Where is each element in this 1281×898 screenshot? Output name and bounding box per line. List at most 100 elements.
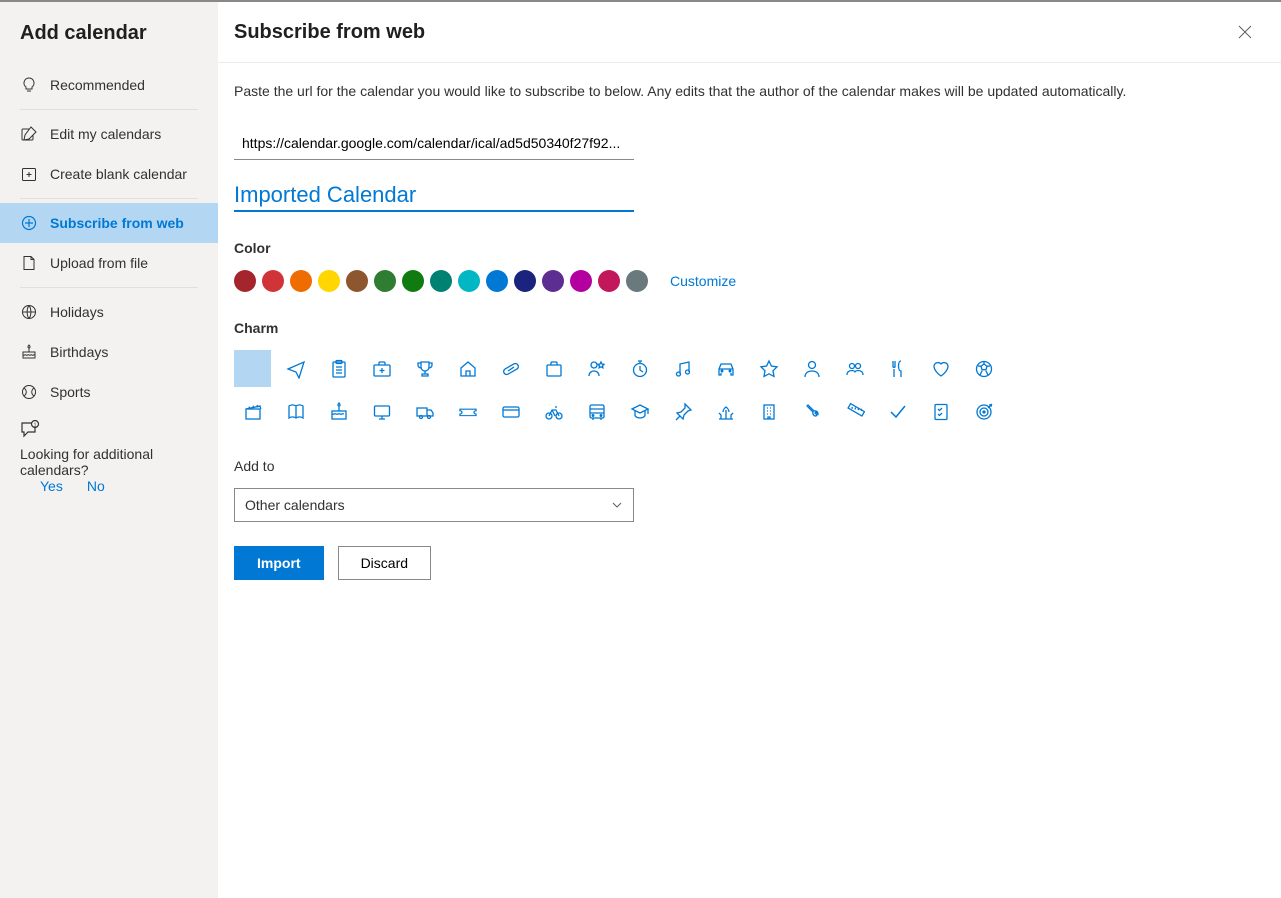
sidebar-feedback-prompt: 1 Looking for additional calendars? Yes … — [0, 412, 218, 502]
charm-person-star-icon[interactable] — [578, 350, 615, 387]
color-swatch[interactable] — [486, 270, 508, 292]
discard-button[interactable]: Discard — [338, 546, 431, 580]
charm-food-icon[interactable] — [879, 350, 916, 387]
addto-value: Other calendars — [245, 497, 345, 513]
color-swatch[interactable] — [318, 270, 340, 292]
charm-target-icon[interactable] — [965, 393, 1002, 430]
import-button[interactable]: Import — [234, 546, 324, 580]
sidebar-item-sports[interactable]: Sports — [0, 372, 218, 412]
charm-pill-icon[interactable] — [492, 350, 529, 387]
addto-dropdown[interactable]: Other calendars — [234, 488, 634, 522]
charm-none[interactable] — [234, 350, 271, 387]
charm-truck-icon[interactable] — [406, 393, 443, 430]
subscribe-web-icon — [20, 214, 38, 232]
charm-home-icon[interactable] — [449, 350, 486, 387]
charm-cake-icon[interactable] — [320, 393, 357, 430]
color-swatch[interactable] — [514, 270, 536, 292]
sidebar-item-birthdays[interactable]: Birthdays — [0, 332, 218, 372]
close-button[interactable] — [1233, 20, 1257, 44]
charm-creditcard-icon[interactable] — [492, 393, 529, 430]
lightbulb-icon — [20, 76, 38, 94]
color-swatch[interactable] — [234, 270, 256, 292]
charm-wrench-icon[interactable] — [793, 393, 830, 430]
birthday-icon — [20, 343, 38, 361]
feedback-icon: 1 — [20, 420, 40, 440]
sidebar-item-label: Subscribe from web — [50, 215, 184, 231]
charm-clipboard-icon[interactable] — [320, 350, 357, 387]
sidebar-item-holidays[interactable]: Holidays — [0, 292, 218, 332]
color-swatch[interactable] — [626, 270, 648, 292]
button-row: Import Discard — [234, 546, 1265, 580]
sidebar-item-recommended[interactable]: Recommended — [0, 65, 218, 105]
charm-pin-icon[interactable] — [664, 393, 701, 430]
charm-trophy-icon[interactable] — [406, 350, 443, 387]
calendar-url-input[interactable] — [234, 127, 634, 160]
charm-lawn-icon[interactable] — [707, 393, 744, 430]
addto-label: Add to — [234, 458, 1265, 474]
description-text: Paste the url for the calendar you would… — [234, 83, 1265, 99]
charm-checkmark-icon[interactable] — [879, 393, 916, 430]
color-swatch[interactable] — [458, 270, 480, 292]
charm-ticket-icon[interactable] — [449, 393, 486, 430]
calendar-name-input[interactable] — [234, 178, 634, 212]
charm-briefcase-icon[interactable] — [535, 350, 572, 387]
sidebar-item-subscribe-web[interactable]: Subscribe from web — [0, 203, 218, 243]
charm-bus-icon[interactable] — [578, 393, 615, 430]
charm-picker — [234, 350, 1265, 430]
color-swatch[interactable] — [346, 270, 368, 292]
prompt-no-link[interactable]: No — [87, 478, 105, 494]
color-swatch[interactable] — [430, 270, 452, 292]
charm-firstaid-icon[interactable] — [363, 350, 400, 387]
sidebar-title: Add calendar — [0, 18, 218, 65]
charm-building-icon[interactable] — [750, 393, 787, 430]
page-title: Subscribe from web — [234, 21, 425, 44]
color-swatch[interactable] — [262, 270, 284, 292]
charm-graduation-icon[interactable] — [621, 393, 658, 430]
charm-soccer-icon[interactable] — [965, 350, 1002, 387]
sidebar-item-label: Create blank calendar — [50, 166, 187, 182]
prompt-text: Looking for additional calendars? — [20, 446, 198, 478]
charm-label: Charm — [234, 320, 1265, 336]
color-swatch[interactable] — [598, 270, 620, 292]
sidebar-item-label: Birthdays — [50, 344, 108, 360]
charm-checklist-icon[interactable] — [922, 393, 959, 430]
charm-car-icon[interactable] — [707, 350, 744, 387]
sidebar-item-label: Holidays — [50, 304, 104, 320]
charm-stopwatch-icon[interactable] — [621, 350, 658, 387]
charm-clapper-icon[interactable] — [234, 393, 271, 430]
charm-bicycle-icon[interactable] — [535, 393, 572, 430]
sidebar-item-label: Edit my calendars — [50, 126, 161, 142]
charm-book-icon[interactable] — [277, 393, 314, 430]
charm-monitor-icon[interactable] — [363, 393, 400, 430]
charm-heart-icon[interactable] — [922, 350, 959, 387]
blank-calendar-icon — [20, 165, 38, 183]
color-swatch[interactable] — [374, 270, 396, 292]
sidebar-item-label: Sports — [50, 384, 90, 400]
prompt-yes-link[interactable]: Yes — [40, 478, 63, 494]
charm-ruler-icon[interactable] — [836, 393, 873, 430]
divider — [20, 109, 198, 110]
sidebar-item-edit-calendars[interactable]: Edit my calendars — [0, 114, 218, 154]
customize-link[interactable]: Customize — [670, 273, 736, 289]
charm-music-icon[interactable] — [664, 350, 701, 387]
charm-people-icon[interactable] — [836, 350, 873, 387]
sidebar-item-create-blank[interactable]: Create blank calendar — [0, 154, 218, 194]
charm-airplane-icon[interactable] — [277, 350, 314, 387]
color-swatch[interactable] — [570, 270, 592, 292]
main-header: Subscribe from web — [218, 2, 1281, 63]
divider — [20, 198, 198, 199]
sidebar-item-label: Upload from file — [50, 255, 148, 271]
charm-star-icon[interactable] — [750, 350, 787, 387]
color-label: Color — [234, 240, 1265, 256]
color-picker: Customize — [234, 270, 1265, 292]
charm-person-icon[interactable] — [793, 350, 830, 387]
globe-icon — [20, 303, 38, 321]
main-body: Paste the url for the calendar you would… — [218, 63, 1281, 600]
color-swatch[interactable] — [402, 270, 424, 292]
divider — [20, 287, 198, 288]
sidebar-item-upload-file[interactable]: Upload from file — [0, 243, 218, 283]
sports-icon — [20, 383, 38, 401]
svg-text:1: 1 — [34, 423, 37, 429]
color-swatch[interactable] — [290, 270, 312, 292]
color-swatch[interactable] — [542, 270, 564, 292]
